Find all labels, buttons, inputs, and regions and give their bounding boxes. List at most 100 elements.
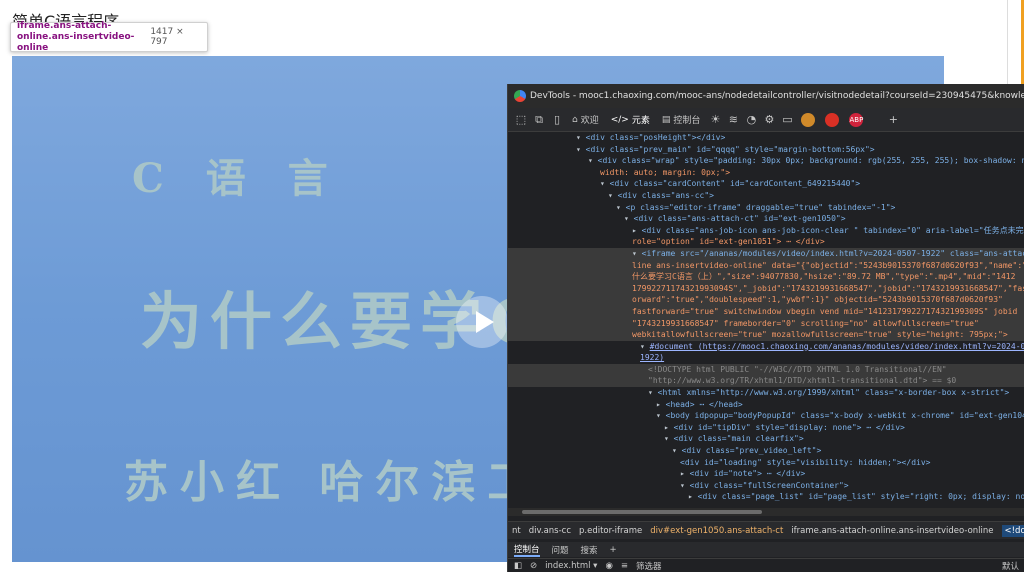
dom-node-text: 1922): [640, 353, 665, 363]
dom-node-line[interactable]: "http://www.w3.org/TR/xhtml1/DTD/xhtml1-…: [508, 375, 1024, 388]
dom-node-line[interactable]: fastforward="true" switchwindow vbegin v…: [508, 305, 1024, 318]
dom-node-line[interactable]: line ans-insertvideo-online" data="{"obj…: [508, 259, 1024, 272]
dom-node-text: <div id="loading" style="visibility: hid…: [680, 457, 931, 467]
drawer-tab-console[interactable]: 控制台: [514, 543, 540, 557]
elements-tree[interactable]: ▾ <div class="posHeight"></div> ▾ <div cl…: [508, 132, 1024, 506]
inspect-icon[interactable]: ⬚: [512, 113, 530, 126]
dom-node-line[interactable]: "1743219931668547" frameborder="0" scrol…: [508, 317, 1024, 330]
dom-node-line[interactable]: ▸ <div class="ans-job-icon ans-job-icon-…: [508, 225, 1024, 237]
dom-node-line[interactable]: ▾ <div class="posHeight"></div>: [508, 132, 1024, 144]
dom-node-line[interactable]: ▸ <div id="note"> ⋯ </div>: [508, 468, 1024, 480]
dom-node-line[interactable]: role="option" id="ext-gen1051"> ⋯ </div>: [508, 236, 1024, 248]
breadcrumb-item-current[interactable]: <!doctype>: [1001, 524, 1024, 537]
dom-node-line[interactable]: ▾ <div class="wrap" style="padding: 30px…: [508, 155, 1024, 167]
dom-node-line[interactable]: ▾ <html xmlns="http://www.w3.org/1999/xh…: [508, 387, 1024, 399]
dom-node-line[interactable]: ▾ <div class="ans-cc">: [508, 190, 1024, 202]
collapse-arrow-icon[interactable]: ▸: [664, 423, 674, 432]
sidebar-toggle-icon[interactable]: ▯: [548, 113, 566, 126]
tab-elements-label: 元素: [631, 116, 650, 126]
dom-node-line[interactable]: ▾ <div class="ans-attach-ct" id="ext-gen…: [508, 213, 1024, 225]
console-icon: ▤: [661, 114, 671, 125]
expand-arrow-icon[interactable]: ▾: [632, 249, 642, 258]
expand-arrow-icon[interactable]: ▾: [656, 411, 666, 420]
tab-welcome[interactable]: ⌂ 欢迎: [566, 113, 605, 127]
dom-node-line[interactable]: <!DOCTYPE html PUBLIC "-//W3C//DTD XHTML…: [508, 363, 1024, 376]
device-toolbar-icon[interactable]: ⧉: [530, 113, 548, 127]
adblock-icon[interactable]: ABP: [849, 112, 864, 127]
dom-node-text: "1743219931668547" frameborder="0" scrol…: [632, 318, 979, 328]
drawer-tab-search[interactable]: 搜索: [581, 544, 598, 556]
collapse-arrow-icon[interactable]: ▸: [632, 226, 642, 235]
application-icon[interactable]: ▭: [778, 113, 796, 126]
expand-arrow-icon[interactable]: ▾: [616, 203, 626, 212]
dom-node-text: #document (https://mooc1.chaoxing.com/an…: [649, 341, 1024, 351]
breadcrumb-item[interactable]: div#ext-gen1050.ans-attach-ct: [650, 526, 783, 536]
clear-icon[interactable]: ⊘: [530, 561, 537, 571]
dom-node-line[interactable]: webkitallowfullscreen="true" mozallowful…: [508, 329, 1024, 341]
debug-icon[interactable]: ☀: [706, 113, 724, 126]
dom-node-line[interactable]: ▾ <div class="cardContent" id="cardConte…: [508, 178, 1024, 190]
collapse-arrow-icon[interactable]: ▸: [656, 400, 666, 409]
dom-node-line[interactable]: ▸ <div class="page_list" id="page_list" …: [508, 491, 1024, 503]
filter-input[interactable]: 筛选器: [636, 560, 662, 572]
dom-node-line[interactable]: <div id="loading" style="visibility: hid…: [508, 457, 1024, 469]
dom-node-text: <iframe src="/ananas/modules/video/index…: [641, 248, 1024, 258]
tab-elements[interactable]: </> 元素: [605, 113, 656, 127]
log-level-select[interactable]: 默认: [1002, 560, 1024, 572]
dom-node-line[interactable]: 17992271174321993094S","_jobid":"1743219…: [508, 282, 1024, 295]
dom-node-text: line ans-insertvideo-online" data="{"obj…: [632, 260, 1024, 270]
add-tab-button[interactable]: +: [884, 113, 902, 126]
expand-arrow-icon[interactable]: ▾: [648, 388, 658, 397]
expand-arrow-icon[interactable]: ▾: [624, 214, 634, 223]
expand-arrow-icon[interactable]: ▾: [600, 179, 610, 188]
expand-arrow-icon[interactable]: ▾: [680, 481, 690, 490]
tab-console[interactable]: ▤ 控制台: [656, 113, 707, 127]
cookie-icon[interactable]: [801, 112, 816, 127]
expand-arrow-icon[interactable]: ▾: [664, 434, 674, 443]
dom-node-line[interactable]: ▾ <iframe src="/ananas/modules/video/ind…: [508, 247, 1024, 260]
expand-arrow-icon[interactable]: ▾: [640, 342, 650, 351]
horizontal-scrollbar[interactable]: [508, 508, 1024, 516]
dom-node-line[interactable]: ▸ <head> ⋯ </head>: [508, 399, 1024, 411]
breadcrumb-item[interactable]: iframe.ans-attach-online.ans-insertvideo…: [791, 526, 993, 536]
dom-node-line[interactable]: orward":"true","doublespeed":1,"ywbf":1}…: [508, 294, 1024, 306]
drawer-add-button[interactable]: +: [610, 545, 617, 555]
expand-arrow-icon[interactable]: ▾: [576, 133, 586, 142]
network-icon[interactable]: ≋: [724, 113, 742, 126]
tab-welcome-label: 欢迎: [580, 116, 599, 126]
settings-icon[interactable]: ⚙: [760, 113, 778, 126]
dom-node-line[interactable]: ▾ <div class="prev_main" id="qqqq" style…: [508, 144, 1024, 156]
hand-icon[interactable]: [825, 112, 840, 127]
tooltip-dimensions: 1417 × 797: [150, 27, 184, 47]
dom-node-line[interactable]: ▾ <div class="main clearfix">: [508, 433, 1024, 445]
dom-node-line[interactable]: ▾ <p class="editor-iframe" draggable="tr…: [508, 202, 1024, 214]
breadcrumb-item[interactable]: p.editor-iframe: [579, 526, 642, 536]
collapse-arrow-icon[interactable]: ▸: [680, 469, 690, 478]
expand-arrow-icon[interactable]: ▾: [588, 156, 598, 165]
performance-icon[interactable]: ◔: [742, 113, 760, 126]
dom-node-line[interactable]: ▾ <body idpopup="bodyPopupId" class="x-b…: [508, 410, 1024, 422]
dom-node-line[interactable]: ▾ <div class="prev_video_left">: [508, 445, 1024, 457]
dom-node-line[interactable]: ▸ <div id="tipDiv" style="display: none"…: [508, 422, 1024, 434]
context-select[interactable]: index.html ▾: [545, 561, 597, 571]
dom-node-line[interactable]: 什么要学习C语言（上）","size":94077830,"hsize":"89…: [508, 271, 1024, 283]
play-icon[interactable]: [456, 296, 508, 348]
sidebar-icon[interactable]: ◧: [514, 561, 522, 571]
eye-icon[interactable]: ◉: [605, 561, 612, 571]
dom-node-line[interactable]: ▾ #document (https://mooc1.chaoxing.com/…: [508, 341, 1024, 353]
devtools-title: DevTools - mooc1.chaoxing.com/mooc-ans/n…: [530, 91, 1024, 101]
dom-node-line[interactable]: width: auto; margin: 0px;">: [508, 167, 1024, 179]
expand-arrow-icon[interactable]: ▾: [608, 191, 618, 200]
console-toolbar: ◧ ⊘ index.html ▾ ◉ ≡ 筛选器 默认: [508, 558, 1024, 572]
expand-arrow-icon[interactable]: ▾: [576, 145, 586, 154]
dom-node-line[interactable]: 1922): [508, 352, 1024, 364]
expand-arrow-icon[interactable]: ▾: [672, 446, 682, 455]
drawer-tab-issues[interactable]: 问题: [552, 544, 569, 556]
dom-node-text: <html xmlns="http://www.w3.org/1999/xhtm…: [657, 388, 1010, 398]
collapse-arrow-icon[interactable]: ▸: [688, 492, 698, 501]
dom-node-line[interactable]: ▾ <div class="fullScreenContainer">: [508, 480, 1024, 492]
breadcrumb-item[interactable]: div.ans-cc: [529, 526, 571, 536]
dom-node-text: <div class="posHeight"></div>: [585, 133, 726, 142]
breadcrumb-item[interactable]: nt: [512, 526, 521, 536]
dom-node-text: orward":"true","doublespeed":1,"ywbf":1}…: [632, 295, 1003, 305]
